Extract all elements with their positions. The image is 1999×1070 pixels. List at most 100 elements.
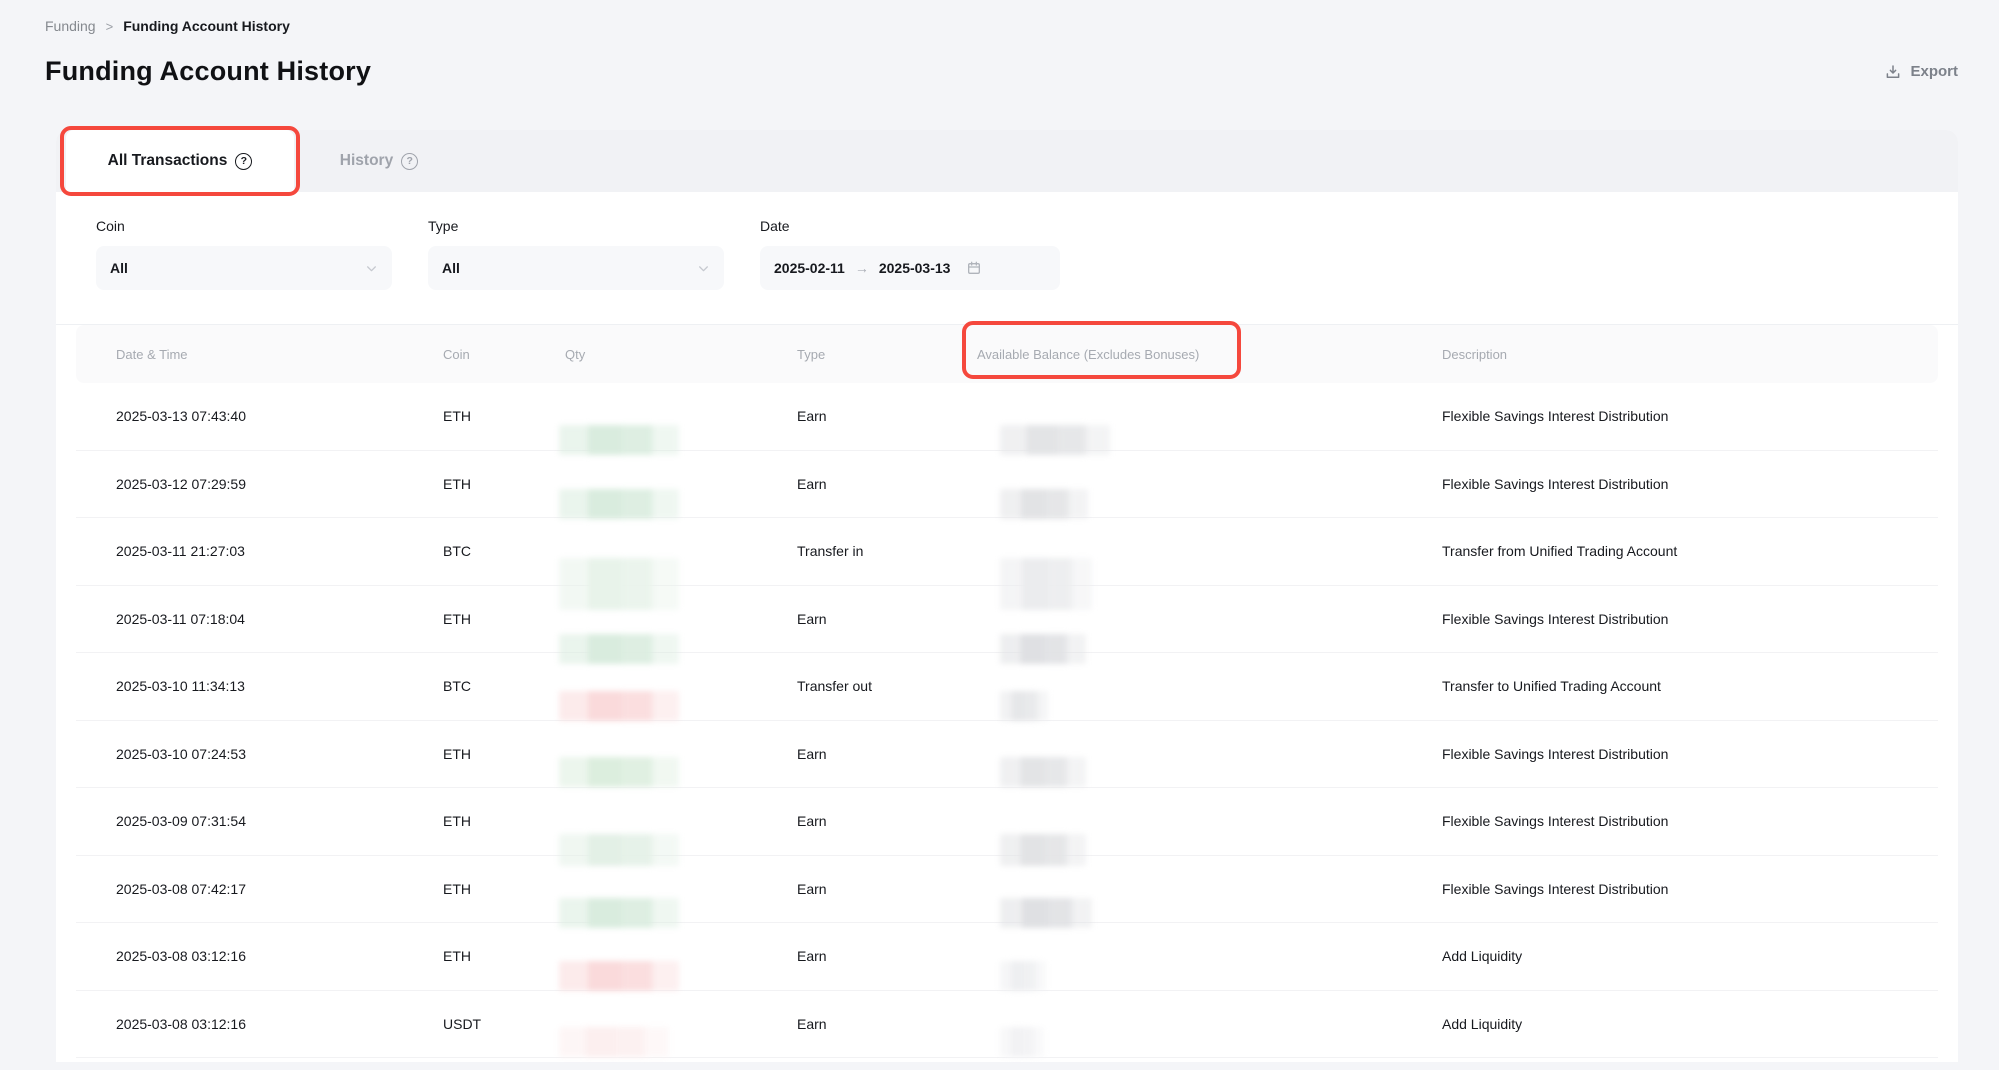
cell-coin: USDT: [443, 1016, 565, 1032]
cell-coin: BTC: [443, 678, 565, 694]
date-filter-label: Date: [760, 218, 1060, 234]
cell-description: Flexible Savings Interest Distribution: [1442, 611, 1898, 627]
download-icon: [1884, 63, 1902, 81]
column-header-type: Type: [797, 325, 977, 383]
cell-type: Earn: [797, 746, 977, 762]
cell-type: Earn: [797, 1016, 977, 1032]
chevron-down-icon: [697, 262, 710, 275]
breadcrumb-current: Funding Account History: [123, 18, 290, 34]
cell-balance: [977, 653, 1442, 720]
cell-type: Transfer in: [797, 543, 977, 559]
cell-description: Flexible Savings Interest Distribution: [1442, 746, 1898, 762]
cell-datetime: 2025-03-11 21:27:03: [116, 543, 443, 559]
coin-filter-label: Coin: [96, 218, 392, 234]
redacted-qty-value: [559, 691, 679, 721]
table-row: 2025-03-13 07:43:40ETHEarnFlexible Savin…: [76, 383, 1938, 451]
redacted-balance-value: [1000, 757, 1086, 787]
cell-qty: [565, 383, 797, 450]
cell-qty: [565, 788, 797, 855]
table-body: 2025-03-13 07:43:40ETHEarnFlexible Savin…: [76, 383, 1938, 1058]
redacted-balance-value: [1000, 961, 1046, 991]
cell-description: Add Liquidity: [1442, 1016, 1898, 1032]
cell-qty: [565, 991, 797, 1058]
cell-datetime: 2025-03-08 07:42:17: [116, 881, 443, 897]
cell-coin: ETH: [443, 408, 565, 424]
date-end-value: 2025-03-13: [879, 260, 951, 276]
cell-description: Transfer to Unified Trading Account: [1442, 678, 1898, 694]
table-row: 2025-03-12 07:29:59ETH Earn Flexible Savin…: [76, 451, 1938, 519]
breadcrumb-funding[interactable]: Funding: [45, 18, 96, 34]
filter-type: Type All: [428, 218, 724, 324]
breadcrumb: Funding > Funding Account History: [45, 18, 290, 34]
cell-balance: [977, 721, 1442, 788]
range-arrow-icon: →: [855, 260, 869, 276]
cell-balance: [977, 788, 1442, 855]
tab-all-transactions[interactable]: All Transactions ?: [66, 130, 294, 192]
cell-coin: ETH: [443, 611, 565, 627]
type-select[interactable]: All: [428, 246, 724, 290]
cell-coin: ETH: [443, 948, 565, 964]
column-header-description: Description: [1442, 325, 1898, 383]
title-row: Funding Account History Export: [45, 56, 1958, 87]
cell-qty: [565, 856, 797, 923]
date-range-picker[interactable]: 2025-02-11 → 2025-03-13: [760, 246, 1060, 290]
cell-coin: BTC: [443, 543, 565, 559]
table-row: 2025-03-11 21:27:03BTCTransfer inTransfe…: [76, 518, 1938, 586]
column-header-datetime: Date & Time: [116, 325, 443, 383]
filter-coin: Coin All: [96, 218, 392, 324]
chevron-down-icon: [365, 262, 378, 275]
cell-description: Flexible Savings Interest Distribution: [1442, 476, 1898, 492]
cell-type: Earn: [797, 408, 977, 424]
cell-type: Transfer out: [797, 678, 977, 694]
cell-datetime: 2025-03-10 07:24:53: [116, 746, 443, 762]
cell-description: Flexible Savings Interest Distribution: [1442, 408, 1898, 424]
cell-datetime: 2025-03-11 07:18:04: [116, 611, 443, 627]
cell-type: Earn: [797, 476, 977, 492]
transactions-table: Date & Time Coin Qty Type Available Bala…: [56, 325, 1958, 1058]
tab-history-label: History: [340, 152, 393, 170]
cell-type: Earn: [797, 813, 977, 829]
table-row: 2025-03-10 07:24:53ETH Earn Flexible Savin…: [76, 721, 1938, 789]
type-filter-label: Type: [428, 218, 724, 234]
cell-description: Flexible Savings Interest Distribution: [1442, 881, 1898, 897]
help-icon[interactable]: ?: [401, 153, 418, 170]
type-select-value: All: [442, 260, 460, 276]
cell-coin: ETH: [443, 881, 565, 897]
help-icon[interactable]: ?: [235, 153, 252, 170]
tab-all-transactions-label: All Transactions: [108, 152, 228, 170]
cell-balance: [977, 856, 1442, 923]
coin-select-value: All: [110, 260, 128, 276]
redacted-qty-value: [559, 757, 679, 787]
cell-balance: [977, 518, 1442, 585]
cell-type: Earn: [797, 881, 977, 897]
cell-qty: [565, 721, 797, 788]
cell-qty: [565, 586, 797, 653]
cell-coin: ETH: [443, 476, 565, 492]
redacted-qty-value: [559, 1027, 669, 1057]
column-header-available-balance: Available Balance (Excludes Bonuses): [977, 325, 1442, 383]
cell-qty: [565, 923, 797, 990]
page-title: Funding Account History: [45, 56, 371, 87]
tab-history[interactable]: History ?: [294, 130, 464, 192]
cell-description: Add Liquidity: [1442, 948, 1898, 964]
redacted-balance-value: [1000, 1027, 1044, 1057]
redacted-qty-value: [559, 961, 679, 991]
cell-datetime: 2025-03-08 03:12:16: [116, 948, 443, 964]
export-button[interactable]: Export: [1884, 63, 1958, 81]
table-row: 2025-03-09 07:31:54ETHEarnFlexible Savin…: [76, 788, 1938, 856]
cell-balance: [977, 383, 1442, 450]
cell-balance: [977, 923, 1442, 990]
column-header-coin: Coin: [443, 325, 565, 383]
cell-datetime: 2025-03-12 07:29:59: [116, 476, 443, 492]
cell-qty: [565, 653, 797, 720]
table-row: 2025-03-08 07:42:17ETH Earn Flexible Savin…: [76, 856, 1938, 924]
cell-coin: ETH: [443, 746, 565, 762]
coin-select[interactable]: All: [96, 246, 392, 290]
funding-account-history-page: Funding > Funding Account History Fundin…: [0, 0, 1999, 1070]
redacted-qty-value: [559, 489, 679, 519]
cell-balance: [977, 586, 1442, 653]
table-row: 2025-03-08 03:12:16USDTEarnAdd Liquidity: [76, 991, 1938, 1059]
cell-type: Earn: [797, 948, 977, 964]
cell-type: Earn: [797, 611, 977, 627]
table-row: 2025-03-10 11:34:13BTCTransfer outTransf…: [76, 653, 1938, 721]
